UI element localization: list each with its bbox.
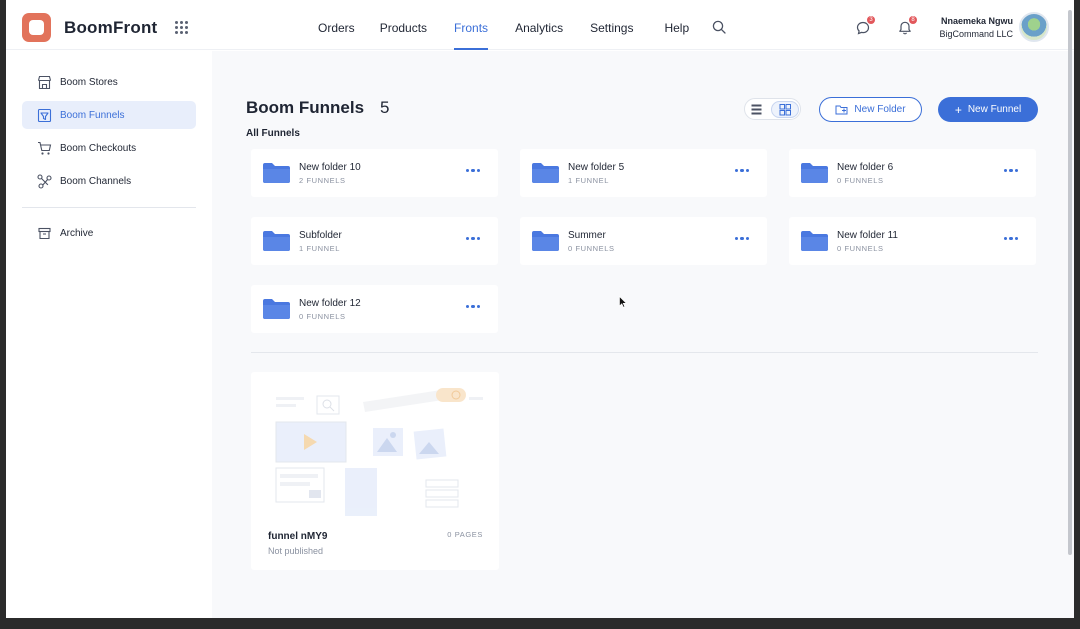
user-org: BigCommand LLC (939, 29, 1013, 39)
folder-count: 2 FUNNELS (299, 176, 346, 185)
sidebar-item-label: Boom Funnels (60, 109, 125, 121)
folder-name: New folder 12 (299, 298, 361, 309)
folder-icon (263, 231, 290, 251)
folder-icon (532, 231, 559, 251)
grid-view-icon (779, 104, 791, 116)
folder-count: 1 FUNNEL (299, 244, 341, 253)
cart-icon (36, 140, 52, 156)
folder-icon (263, 163, 290, 183)
more-options-icon[interactable] (735, 237, 749, 241)
more-options-icon[interactable] (1004, 237, 1018, 241)
folder-count: 0 FUNNELS (837, 244, 884, 253)
nav-orders[interactable]: Orders (318, 0, 355, 50)
chat-badge: 3 (867, 16, 875, 24)
folder-name: New folder 10 (299, 162, 361, 173)
search-icon[interactable] (712, 20, 726, 34)
folder-icon (263, 299, 290, 319)
top-header: BoomFront Orders Products Fronts Analyti… (6, 0, 1074, 50)
sidebar: Boom Stores Boom Funnels Boom Checkouts … (6, 51, 212, 618)
sidebar-item-label: Boom Stores (60, 76, 118, 88)
sidebar-item-boom-channels[interactable]: Boom Channels (22, 167, 196, 195)
sidebar-item-boom-stores[interactable]: Boom Stores (22, 68, 196, 96)
chat-button[interactable]: 3 (855, 16, 875, 36)
sidebar-item-boom-checkouts[interactable]: Boom Checkouts (22, 134, 196, 162)
more-options-icon[interactable] (466, 305, 480, 309)
section-label: All Funnels (246, 128, 300, 139)
nav-products[interactable]: Products (380, 0, 427, 50)
app-window: BoomFront Orders Products Fronts Analyti… (6, 0, 1074, 618)
folder-card[interactable]: New folder 10 2 FUNNELS (251, 149, 498, 197)
folder-card[interactable]: New folder 6 0 FUNNELS (789, 149, 1036, 197)
folder-name: Subfolder (299, 230, 342, 241)
funnel-preview-illustration (275, 388, 483, 516)
folder-card[interactable]: New folder 11 0 FUNNELS (789, 217, 1036, 265)
sidebar-item-boom-funnels[interactable]: Boom Funnels (22, 101, 196, 129)
sidebar-item-label: Archive (60, 227, 94, 239)
main-nav: Orders Products Fronts Analytics Setting… (306, 0, 689, 50)
new-folder-label: New Folder (854, 104, 906, 115)
brand-logo-icon[interactable] (22, 13, 51, 42)
store-icon (36, 74, 52, 90)
new-funnel-button[interactable]: + New Funnel (938, 97, 1038, 122)
folder-icon (801, 163, 828, 183)
archive-icon (36, 225, 52, 241)
funnel-name: funnel nMY9 (268, 531, 328, 542)
list-view-icon[interactable] (750, 103, 763, 116)
more-options-icon[interactable] (735, 169, 749, 173)
folder-count: 0 FUNNELS (568, 244, 615, 253)
funnel-icon (36, 107, 52, 123)
section-divider (251, 352, 1038, 353)
folder-icon (532, 163, 559, 183)
folder-count: 1 FUNNEL (568, 176, 610, 185)
view-toggle (744, 98, 801, 120)
channels-icon (36, 173, 52, 189)
folder-card[interactable]: Summer 0 FUNNELS (520, 217, 767, 265)
folder-card[interactable]: New folder 12 0 FUNNELS (251, 285, 498, 333)
folder-card[interactable]: New folder 5 1 FUNNEL (520, 149, 767, 197)
nav-settings[interactable]: Settings (590, 0, 633, 50)
folder-name: New folder 11 (837, 230, 898, 241)
new-funnel-label: New Funnel (967, 104, 1022, 115)
brand-name: BoomFront (64, 18, 158, 37)
sidebar-item-archive[interactable]: Archive (22, 219, 196, 247)
sidebar-item-label: Boom Checkouts (60, 142, 137, 154)
more-options-icon[interactable] (466, 237, 480, 241)
funnel-status: Not published (268, 546, 324, 556)
folder-icon (801, 231, 828, 251)
funnel-card[interactable]: funnel nMY9 Not published 0 PAGES (251, 372, 499, 570)
folder-name: New folder 6 (837, 162, 894, 173)
folder-name: New folder 5 (568, 162, 625, 173)
nav-help[interactable]: Help (664, 0, 689, 50)
folder-card[interactable]: Subfolder 1 FUNNEL (251, 217, 498, 265)
user-name[interactable]: Nnaemeka Ngwu (926, 16, 1013, 26)
avatar[interactable] (1019, 12, 1049, 42)
new-folder-button[interactable]: New Folder (819, 97, 922, 122)
main-content: Boom Funnels 5 All Funnels New Folder + … (212, 51, 1074, 618)
folder-count: 0 FUNNELS (837, 176, 884, 185)
page-count: 5 (380, 98, 390, 117)
apps-grid-icon[interactable] (175, 21, 188, 34)
grid-view-button[interactable] (771, 101, 799, 118)
notifications-button[interactable]: 8 (897, 16, 917, 36)
mouse-cursor-icon (619, 296, 627, 308)
funnel-page-count: 0 PAGES (447, 530, 483, 539)
notifications-badge: 8 (909, 16, 917, 24)
folder-name: Summer (568, 230, 606, 241)
plus-icon: + (954, 102, 962, 117)
nav-fronts[interactable]: Fronts (454, 0, 489, 50)
folder-count: 0 FUNNELS (299, 312, 346, 321)
scrollbar[interactable] (1068, 10, 1072, 555)
nav-analytics[interactable]: Analytics (515, 0, 563, 50)
sidebar-divider (22, 207, 196, 208)
more-options-icon[interactable] (466, 169, 480, 173)
sidebar-item-label: Boom Channels (60, 175, 132, 187)
more-options-icon[interactable] (1004, 169, 1018, 173)
page-title: Boom Funnels (246, 98, 365, 117)
add-folder-icon (835, 105, 848, 115)
